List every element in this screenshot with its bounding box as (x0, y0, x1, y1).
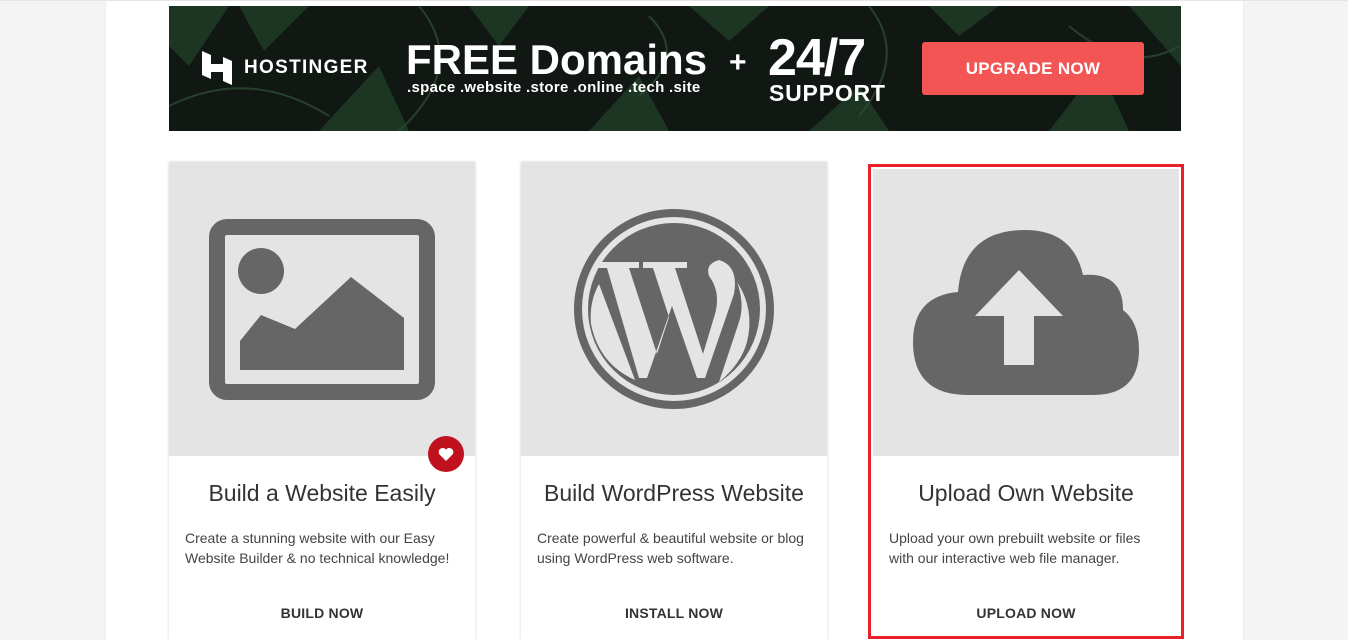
card-title: Build WordPress Website (544, 480, 804, 506)
install-now-button[interactable]: INSTALL NOW (521, 605, 827, 621)
card-description: Create powerful & beautiful website or b… (537, 530, 804, 566)
brand-name: HOSTINGER (244, 57, 369, 78)
card-title: Build a Website Easily (208, 480, 436, 506)
upgrade-now-button[interactable]: UPGRADE NOW (922, 42, 1144, 95)
favorite-badge[interactable] (428, 436, 464, 472)
card-description: Upload your own prebuilt website or file… (889, 530, 1141, 566)
banner-plus: + (729, 46, 747, 79)
build-now-button[interactable]: BUILD NOW (169, 605, 475, 621)
card-media (169, 162, 475, 456)
hostinger-logo-icon (202, 51, 232, 85)
card-build-website[interactable]: Build a Website Easily Create a stunning… (169, 162, 475, 640)
image-icon (209, 218, 435, 400)
card-upload-website[interactable]: Upload Own Website Upload your own prebu… (866, 162, 1186, 640)
card-wordpress[interactable]: Build WordPress Website Create powerful … (521, 162, 827, 640)
cloud-upload-icon (913, 230, 1139, 395)
heart-icon (438, 447, 454, 461)
card-description: Create a stunning website with our Easy … (185, 530, 450, 566)
card-title: Upload Own Website (918, 480, 1134, 506)
hostinger-logo: HOSTINGER (202, 51, 369, 85)
wordpress-icon (574, 209, 774, 409)
promo-banner[interactable]: HOSTINGER FREE Domains .space .website .… (169, 6, 1181, 131)
banner-support: SUPPORT (769, 80, 886, 106)
card-media (521, 162, 827, 456)
banner-tld-list: .space .website .store .online .tech .si… (407, 79, 701, 96)
upload-now-button[interactable]: UPLOAD NOW (873, 605, 1179, 621)
banner-headline: FREE Domains (406, 36, 708, 83)
banner-247: 24/7 (768, 29, 866, 87)
card-media (873, 169, 1179, 456)
